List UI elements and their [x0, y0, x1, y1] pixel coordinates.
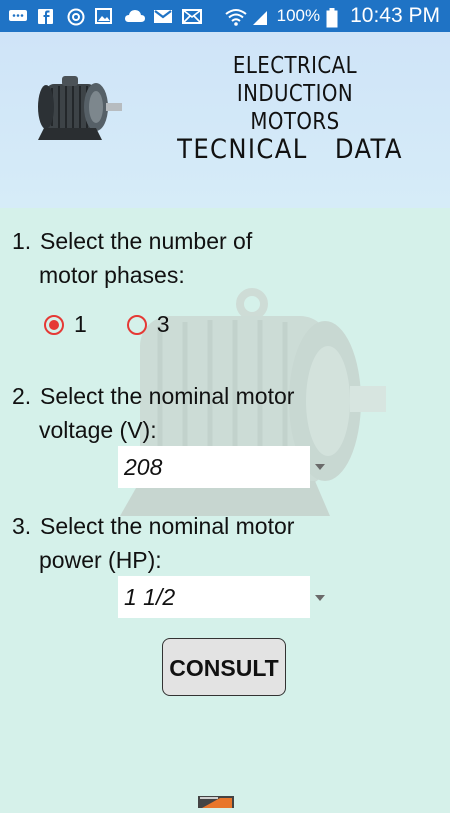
partial-app-icon	[196, 792, 236, 808]
question-power: 3. Select the nominal motor power (HP):	[12, 509, 294, 577]
question-number: 1.	[12, 228, 32, 254]
status-bar: 100% 10:43 PM	[0, 0, 450, 32]
question-number: 2.	[12, 383, 32, 409]
mail-icon	[182, 8, 202, 24]
question-text: voltage (V):	[39, 417, 157, 443]
battery-icon	[326, 8, 338, 28]
phase-3-label[interactable]: 3	[157, 311, 170, 338]
cloud-icon	[124, 8, 145, 24]
wifi-icon	[225, 8, 247, 26]
phase-1-radio[interactable]	[44, 314, 64, 335]
voltage-dropdown-icon[interactable]	[315, 464, 325, 470]
motor-logo-icon	[32, 76, 128, 151]
consult-button[interactable]: CONSULT	[162, 638, 286, 696]
question-text: motor phases:	[39, 262, 185, 288]
battery-percent: 100%	[276, 6, 321, 25]
title-line-1: ELECTRICAL INDUCTION	[232, 53, 358, 107]
notification-icons	[8, 0, 202, 32]
power-select[interactable]: 1 1/2	[118, 576, 310, 618]
chat-icon	[8, 8, 28, 24]
phase-radio-group: 1 3	[44, 311, 210, 338]
signal-icon	[251, 8, 271, 25]
question-number: 3.	[12, 513, 32, 539]
system-status: 100% 10:43 PM	[225, 0, 440, 32]
image-icon	[95, 8, 115, 24]
title-line-2: MOTORS	[250, 109, 340, 135]
gmail-icon	[153, 8, 173, 24]
app-title: ELECTRICAL INDUCTION MOTORS	[179, 52, 411, 136]
question-phases: 1. Select the number of motor phases:	[12, 224, 252, 292]
power-dropdown-icon[interactable]	[315, 595, 325, 601]
app-subtitle: TECNICAL DATA	[177, 134, 403, 165]
phase-1-label[interactable]: 1	[74, 311, 87, 338]
app-header: ELECTRICAL INDUCTION MOTORS TECNICAL DAT…	[0, 32, 450, 208]
sync-icon	[66, 8, 86, 26]
voltage-select[interactable]: 208	[118, 446, 310, 488]
question-text: power (HP):	[39, 547, 162, 573]
question-voltage: 2. Select the nominal motor voltage (V):	[12, 379, 294, 447]
form-area: 1. Select the number of motor phases: 1 3…	[0, 208, 450, 808]
phase-3-radio[interactable]	[126, 314, 147, 335]
facebook-icon	[37, 8, 57, 24]
question-text: Select the number of	[40, 228, 253, 254]
question-text: Select the nominal motor	[40, 383, 295, 409]
clock: 10:43 PM	[350, 4, 440, 27]
question-text: Select the nominal motor	[40, 513, 295, 539]
